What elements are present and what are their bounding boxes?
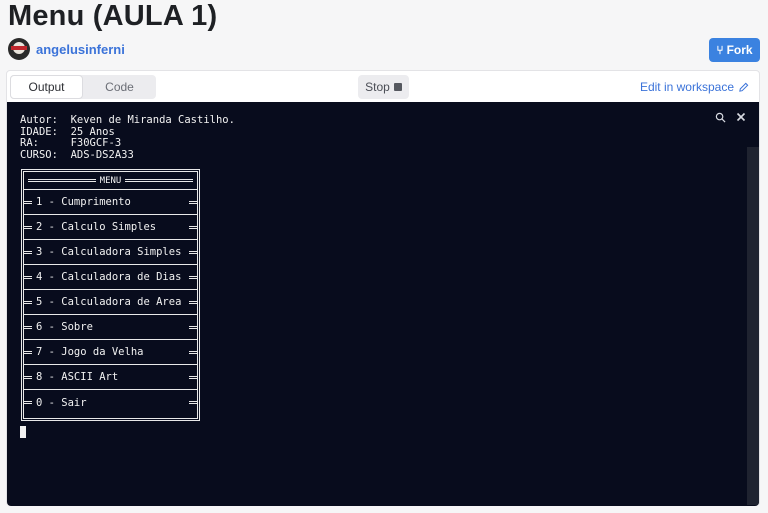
- menu-item: 3 - Calculadora Simples: [24, 240, 197, 265]
- tab-code[interactable]: Code: [83, 75, 156, 99]
- menu-item-label: 7 - Jogo da Velha: [36, 346, 144, 358]
- console-line: CURSO: ADS-DS2A33: [20, 148, 134, 161]
- stop-label: Stop: [365, 80, 390, 94]
- menu-item-label: 1 - Cumprimento: [36, 196, 131, 208]
- menu-item: 1 - Cumprimento: [24, 190, 197, 215]
- fork-button[interactable]: ⑂ Fork: [709, 38, 760, 62]
- console-line: RA: F30GCF-3: [20, 137, 122, 149]
- view-tabs: Output Code: [10, 75, 156, 99]
- console-line: Autor: Keven de Miranda Castilho.: [20, 114, 235, 126]
- menu-item: 7 - Jogo da Velha: [24, 340, 197, 365]
- stop-icon: [393, 83, 402, 91]
- stop-button[interactable]: Stop: [358, 75, 409, 99]
- author-link[interactable]: angelusinferni: [36, 42, 125, 57]
- output-panel: Output Code Stop Edit in workspace Autor…: [6, 70, 760, 506]
- close-icon[interactable]: [736, 112, 746, 122]
- menu-item-label: 5 - Calculadora de Area: [36, 296, 182, 308]
- avatar[interactable]: [8, 38, 30, 60]
- fork-icon: ⑂: [716, 43, 724, 57]
- console-header: Autor: Keven de Miranda Castilho. IDADE: …: [20, 114, 235, 161]
- menu-item-label: 6 - Sobre: [36, 321, 93, 333]
- menu-item: 5 - Calculadora de Area: [24, 290, 197, 315]
- console-cursor: [20, 426, 26, 438]
- console-icons: [715, 112, 746, 123]
- menu-item-label: 8 - ASCII Art: [36, 371, 119, 383]
- menu-item: 6 - Sobre: [24, 315, 197, 340]
- author-row: angelusinferni: [8, 38, 125, 60]
- menu-item-label: 2 - Calculo Simples: [36, 221, 157, 233]
- menu-item-label: 0 - Sair: [36, 396, 87, 409]
- ascii-menu: MENU 1 - Cumprimento 2 - Calculo Simples…: [21, 169, 200, 421]
- menu-title: MENU: [99, 175, 122, 186]
- menu-item-label: 4 - Calculadora de Dias: [36, 271, 182, 283]
- menu-item: 0 - Sair: [24, 390, 197, 415]
- edit-label: Edit in workspace: [639, 80, 734, 94]
- page-title: Menu (AULA 1): [8, 0, 218, 32]
- console-scrollbar[interactable]: [747, 147, 759, 505]
- edit-in-workspace-link[interactable]: Edit in workspace: [640, 80, 749, 94]
- menu-item: 8 - ASCII Art: [24, 365, 197, 390]
- menu-item: 2 - Calculo Simples: [24, 215, 197, 240]
- menu-item: 4 - Calculadora de Dias: [24, 265, 197, 290]
- menu-header: MENU: [24, 172, 197, 190]
- console[interactable]: Autor: Keven de Miranda Castilho. IDADE: …: [7, 102, 759, 506]
- search-icon[interactable]: [715, 112, 726, 123]
- pencil-icon: [739, 82, 749, 92]
- fork-label: Fork: [726, 43, 753, 57]
- panel-toolbar: Output Code Stop Edit in workspace: [7, 71, 759, 103]
- tab-output[interactable]: Output: [10, 75, 83, 99]
- menu-item-label: 3 - Calculadora Simples: [36, 246, 182, 258]
